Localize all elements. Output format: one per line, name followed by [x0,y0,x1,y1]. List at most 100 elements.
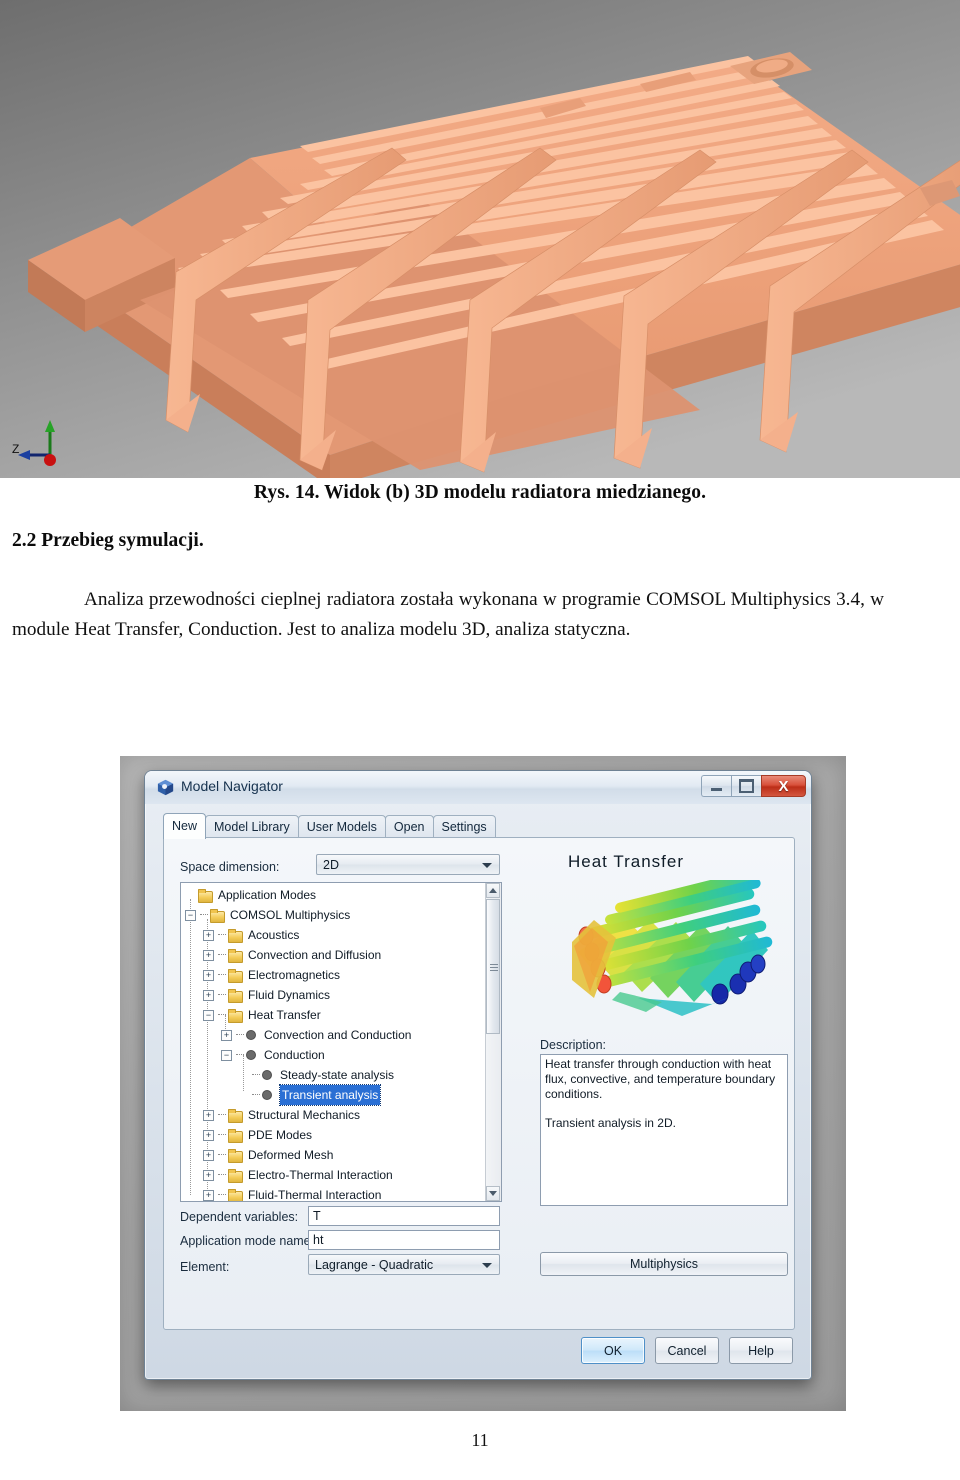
tree-connector [236,1054,244,1056]
tree-connector [218,1154,226,1156]
new-tab-panel: Space dimension: 2D Application Modes − … [163,837,795,1330]
collapse-minus-icon[interactable]: − [185,909,196,921]
tab-new[interactable]: New [163,813,207,839]
application-mode-name-label: Application mode name: [180,1234,315,1248]
tree-connector [218,1114,226,1116]
folder-icon [228,1189,243,1201]
expand-plus-icon[interactable]: + [203,949,214,961]
element-select[interactable]: Lagrange - Quadratic [308,1254,500,1275]
expand-plus-icon[interactable]: + [203,1189,214,1201]
tree-node-fluid-thermal-interaction[interactable]: + Fluid-Thermal Interaction [203,1185,381,1201]
tree-node-structural-mechanics[interactable]: + Structural Mechanics [203,1105,360,1125]
tree-node-label: COMSOL Multiphysics [230,908,351,922]
tree-connector [218,1194,226,1196]
figure-caption: Rys. 14. Widok (b) 3D modelu radiatora m… [253,482,707,503]
tree-node-convection-and-diffusion[interactable]: + Convection and Diffusion [203,945,381,965]
expand-plus-icon[interactable]: + [203,1169,214,1181]
expand-plus-icon[interactable]: + [203,989,214,1001]
scroll-up-button[interactable] [486,883,500,898]
tree-connector [218,1134,226,1136]
folder-icon [198,889,213,903]
tree-scrollbar[interactable] [485,883,501,1201]
tree-node-comsol-multiphysics[interactable]: − COMSOL Multiphysics [185,905,350,925]
figure-3d-heatsink: Z [0,0,960,478]
tree-node-electro-thermal-interaction[interactable]: + Electro-Thermal Interaction [203,1165,393,1185]
tree-connector [252,1094,260,1096]
dependent-variables-value: T [313,1209,321,1223]
axis-indicator: Z [12,420,56,466]
dependent-variables-label: Dependent variables: [180,1210,299,1224]
axis-label-z: Z [12,442,19,456]
dependent-variables-input[interactable]: T [308,1206,500,1226]
tree-connector [218,994,226,996]
help-button[interactable]: Help [729,1337,793,1364]
dialog-titlebar[interactable]: Model Navigator X [145,771,811,804]
tree-node-steady-state-analysis[interactable]: Steady-state analysis [239,1065,394,1085]
collapse-minus-icon[interactable]: − [203,1009,214,1021]
tree-node-pde-modes[interactable]: + PDE Modes [203,1125,312,1145]
scrollbar-thumb[interactable] [486,899,500,1034]
element-label: Element: [180,1260,230,1274]
ok-button[interactable]: OK [581,1337,645,1364]
tree-node-label: Steady-state analysis [280,1068,395,1082]
tree-connector [218,934,226,936]
tree-node-application-modes[interactable]: Application Modes [185,885,316,905]
multiphysics-button[interactable]: Multiphysics [540,1252,788,1276]
folder-icon [228,1109,243,1123]
description-line-2: Transient analysis in 2D. [545,1116,676,1130]
tree-node-deformed-mesh[interactable]: + Deformed Mesh [203,1145,333,1165]
expand-plus-icon[interactable]: + [203,929,214,941]
element-value: Lagrange - Quadratic [315,1257,434,1272]
analysis-type-icon [262,1070,272,1080]
comsol-app-icon [157,779,174,796]
tree-node-convection-and-conduction[interactable]: + Convection and Conduction [221,1025,411,1045]
space-dimension-label: Space dimension: [180,860,280,874]
application-mode-icon [246,1030,256,1040]
tree-node-transient-analysis[interactable]: Transient analysis [239,1084,382,1106]
tree-node-heat-transfer[interactable]: − Heat Transfer [203,1005,321,1025]
folder-icon [210,909,225,923]
tab-settings[interactable]: Settings [432,815,496,839]
tree-node-conduction[interactable]: − Conduction [221,1045,325,1065]
tree-node-label: Acoustics [248,928,300,942]
tree-node-acoustics[interactable]: + Acoustics [203,925,299,945]
minimize-icon [711,788,722,791]
minimize-button[interactable] [701,775,731,797]
tab-open[interactable]: Open [384,815,434,839]
description-textbox: Heat transfer through conduction with he… [540,1054,788,1206]
expand-plus-icon[interactable]: + [221,1029,232,1041]
heat-transfer-preview-image [572,880,773,1016]
tree-node-label: Application Modes [218,888,317,902]
tree-connector [236,1034,244,1036]
caret-up-icon [489,888,497,893]
expand-plus-icon[interactable]: + [203,1129,214,1141]
tree-connector [218,1014,226,1016]
close-button[interactable]: X [761,775,806,797]
maximize-button[interactable] [731,775,761,797]
application-mode-name-input[interactable]: ht [308,1230,500,1250]
application-modes-tree[interactable]: Application Modes − COMSOL Multiphysics … [180,882,502,1202]
dialog-footer: OK Cancel Help [581,1337,793,1364]
model-navigator-dialog: Model Navigator X New Model Library User… [144,770,812,1380]
cancel-button[interactable]: Cancel [655,1337,719,1364]
tree-connector [252,1074,260,1076]
tree-node-label: Fluid Dynamics [248,988,331,1002]
scroll-down-button[interactable] [486,1186,500,1201]
close-icon: X [778,777,789,795]
tab-user-models[interactable]: User Models [297,815,386,839]
tree-node-electromagnetics[interactable]: + Electromagnetics [203,965,340,985]
dialog-body: New Model Library User Models Open Setti… [155,805,801,1370]
dialog-title: Model Navigator [181,778,283,794]
collapse-minus-icon[interactable]: − [221,1049,232,1061]
application-mode-icon [246,1050,256,1060]
space-dimension-select[interactable]: 2D [316,854,500,875]
tab-model-library[interactable]: Model Library [205,815,299,839]
description-label: Description: [540,1038,606,1052]
expand-plus-icon[interactable]: + [203,1109,214,1121]
folder-icon [228,929,243,943]
tree-connector [218,954,226,956]
expand-plus-icon[interactable]: + [203,1149,214,1161]
body-paragraph: Analiza przewodności cieplnej radiatora … [12,589,884,640]
expand-plus-icon[interactable]: + [203,969,214,981]
tree-node-fluid-dynamics[interactable]: + Fluid Dynamics [203,985,330,1005]
